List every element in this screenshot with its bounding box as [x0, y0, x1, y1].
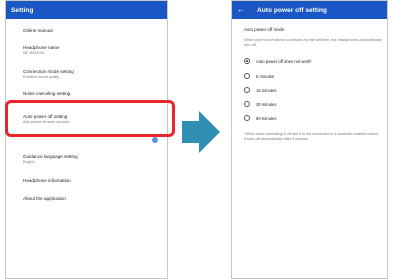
menu-item-title: Noise canceling setting: [23, 91, 71, 96]
auto-power-off-app-bar: ← Auto power off setting: [232, 1, 387, 19]
menu-item-guidance-language[interactable]: Guidance language setting English: [23, 154, 161, 164]
menu-item-headphone-information[interactable]: Headphone information: [23, 178, 161, 184]
footnote: *When noise cancelling is off and it is …: [244, 132, 380, 141]
section-label: Auto power off mode: [244, 27, 285, 32]
arrow-icon: [182, 121, 200, 143]
radio-icon[interactable]: [244, 115, 250, 121]
auto-power-off-title: Auto power off setting: [257, 6, 327, 14]
option-30-minutes[interactable]: 30 minutes: [244, 101, 276, 107]
auto-power-off-screen: ← Auto power off setting Auto power off …: [231, 0, 388, 279]
option-60-minutes[interactable]: 60 minutes: [244, 115, 276, 121]
highlight-box: [5, 100, 175, 137]
option-15-minutes[interactable]: 15 minutes: [244, 87, 276, 93]
radio-icon[interactable]: [244, 101, 250, 107]
section-description: When a period of silence continues for t…: [244, 38, 382, 47]
option-label: 5 minutes: [256, 73, 275, 79]
option-label: 30 minutes: [256, 101, 277, 107]
menu-item-noise-canceling[interactable]: Noise canceling setting: [23, 91, 161, 97]
option-label: Auto power off does not work*: [256, 58, 312, 64]
menu-item-online-manual[interactable]: Online manual: [23, 28, 161, 34]
settings-title: Setting: [11, 6, 34, 14]
menu-item-about-application[interactable]: About the application: [23, 196, 161, 202]
menu-item-connection-mode[interactable]: Connection mode setting Prioritize sound…: [23, 69, 161, 79]
toggle-indicator: [152, 137, 158, 143]
option-does-not-work[interactable]: Auto power off does not work*: [244, 58, 312, 64]
option-5-minutes[interactable]: 5 minutes: [244, 73, 274, 79]
radio-icon[interactable]: [244, 73, 250, 79]
settings-screen: Setting Online manual Headphone name WF-…: [5, 0, 168, 279]
radio-checked-icon[interactable]: [244, 58, 250, 64]
menu-item-subtitle: English: [23, 159, 35, 164]
menu-item-title: Online manual: [23, 28, 53, 33]
radio-icon[interactable]: [244, 87, 250, 93]
back-arrow-icon[interactable]: ←: [237, 6, 251, 14]
menu-item-title: Headphone information: [23, 178, 71, 183]
option-label: 15 minutes: [256, 87, 277, 93]
arrow-head-icon: [199, 111, 220, 153]
option-label: 60 minutes: [256, 115, 277, 121]
menu-item-headphone-name[interactable]: Headphone name WF-H0ATOM: [23, 45, 161, 55]
menu-item-title: About the application: [23, 196, 66, 201]
menu-item-subtitle: WF-H0ATOM: [23, 50, 45, 55]
settings-app-bar: Setting: [6, 1, 167, 19]
menu-item-subtitle: Prioritize sound quality: [23, 74, 60, 79]
